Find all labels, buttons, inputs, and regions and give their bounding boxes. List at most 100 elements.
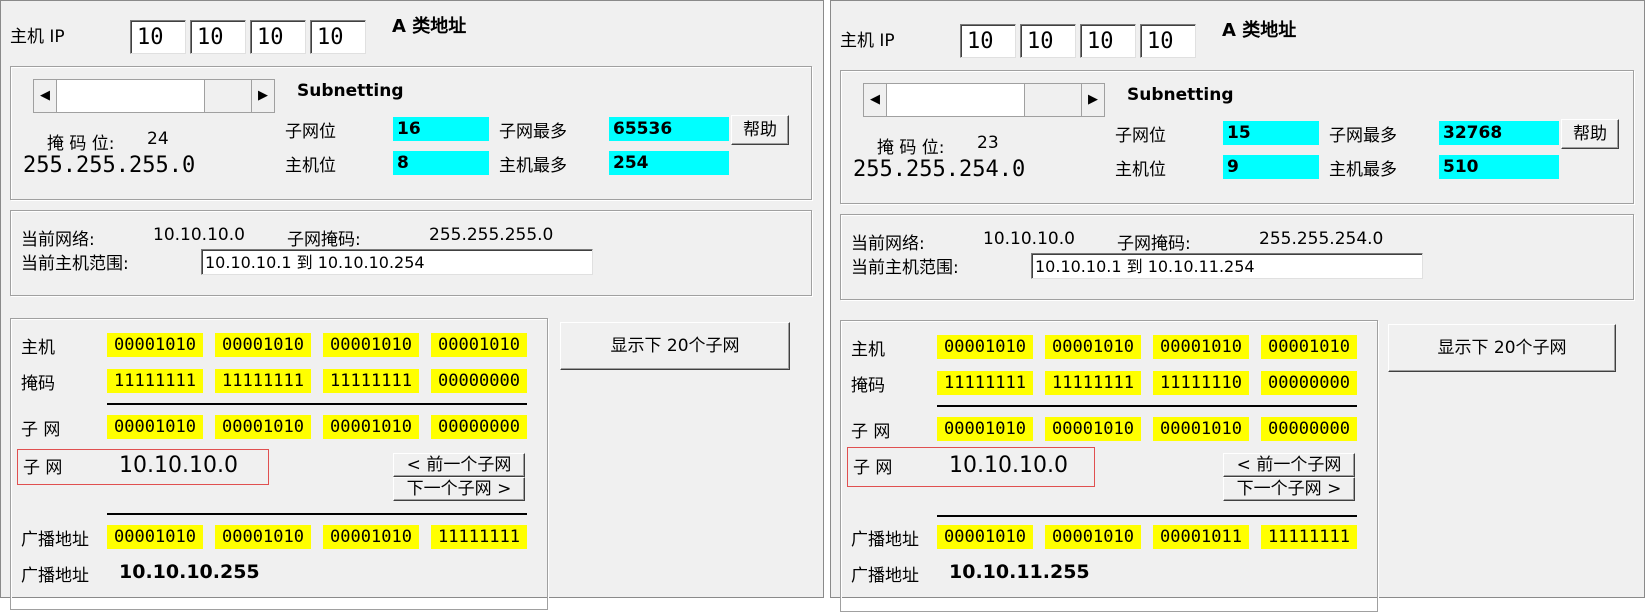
- binary-mask-octet-3: 11111110: [1153, 371, 1249, 395]
- binary-group: 主机 00001010 00001010 00001010 00001010 掩…: [10, 318, 548, 610]
- mask-dotted-value: 255.255.255.0: [23, 153, 196, 178]
- binary-host-label: 主机: [851, 340, 885, 360]
- binary-host-octet-4: 00001010: [431, 333, 527, 357]
- next-subnet-button[interactable]: 下一个子网 >: [1223, 477, 1355, 501]
- host-bits-field: 8: [393, 151, 489, 175]
- current-network-label: 当前网络:: [851, 234, 925, 254]
- binary-subnet-label: 子 网: [851, 422, 891, 442]
- binary-host-octet-3: 00001010: [1153, 335, 1249, 359]
- host-bits-field: 9: [1223, 155, 1319, 179]
- host-bits-label: 主机位: [285, 156, 336, 176]
- host-ip-label: 主机 IP: [10, 27, 65, 47]
- mask-bits-value: 24: [147, 129, 169, 149]
- max-subnets-field: 32768: [1439, 121, 1559, 145]
- ip-octet-2[interactable]: 10: [190, 20, 246, 54]
- binary-broadcast-label: 广播地址: [851, 530, 919, 550]
- ip-octet-3[interactable]: 10: [250, 20, 306, 54]
- scroll-thumb[interactable]: [204, 80, 254, 112]
- ip-octet-1[interactable]: 10: [960, 24, 1016, 58]
- binary-broadcast-octet-1: 00001010: [107, 525, 203, 549]
- current-network-label: 当前网络:: [21, 230, 95, 250]
- mask-dotted-value: 255.255.254.0: [853, 157, 1026, 182]
- binary-subnet-octet-3: 00001010: [1153, 417, 1249, 441]
- subnetting-group: ◀ ▶ Subnetting 掩 码 位: 23 255.255.254.0 子…: [840, 70, 1634, 204]
- host-range-label: 当前主机范围:: [851, 258, 959, 278]
- divider-line: [107, 403, 527, 405]
- subnet-mask-value: 255.255.255.0: [429, 225, 554, 245]
- ip-class-label: A 类地址: [1222, 20, 1297, 41]
- divider-line: [937, 515, 1357, 517]
- ip-octet-3[interactable]: 10: [1080, 24, 1136, 58]
- subnet-calculator-window-left: 主机 IP 10 10 10 10 A 类地址 ◀ ▶ Subnetting 掩…: [0, 0, 824, 610]
- subnetting-title: Subnetting: [297, 81, 404, 101]
- show-next-20-subnets-button[interactable]: 显示下 20个子网: [560, 322, 790, 370]
- prev-subnet-button[interactable]: < 前一个子网: [393, 453, 525, 477]
- subnet-dotted-label: 子 网: [23, 458, 63, 478]
- ip-class-label: A 类地址: [392, 16, 467, 37]
- binary-subnet-octet-1: 00001010: [107, 415, 203, 439]
- mask-bits-value: 23: [977, 133, 999, 153]
- current-network-group: 当前网络: 10.10.10.0 子网掩码: 255.255.255.0 当前主…: [10, 210, 812, 296]
- max-hosts-field: 510: [1439, 155, 1559, 179]
- scroll-left-button[interactable]: ◀: [34, 80, 57, 112]
- binary-mask-octet-3: 11111111: [323, 369, 419, 393]
- broadcast-dotted-value: 10.10.10.255: [119, 561, 260, 583]
- host-range-field[interactable]: 10.10.10.1 到 10.10.10.254: [201, 249, 593, 275]
- binary-host-octet-2: 00001010: [1045, 335, 1141, 359]
- binary-subnet-octet-2: 00001010: [1045, 417, 1141, 441]
- binary-subnet-octet-3: 00001010: [323, 415, 419, 439]
- host-ip-label: 主机 IP: [840, 31, 895, 51]
- help-button[interactable]: 帮助: [1561, 119, 1619, 149]
- subnet-calculator-window-right: 主机 IP 10 10 10 10 A 类地址 ◀ ▶ Subnetting 掩…: [830, 0, 1645, 612]
- subnet-bits-label: 子网位: [1115, 126, 1166, 146]
- subnet-bits-field: 15: [1223, 121, 1319, 145]
- binary-broadcast-octet-1: 00001010: [937, 525, 1033, 549]
- ip-octet-4[interactable]: 10: [310, 20, 366, 54]
- broadcast-dotted-label: 广播地址: [851, 566, 919, 586]
- binary-host-label: 主机: [21, 338, 55, 358]
- scroll-left-button[interactable]: ◀: [864, 84, 887, 116]
- divider-line: [107, 513, 527, 515]
- binary-mask-octet-2: 11111111: [1045, 371, 1141, 395]
- prev-subnet-button[interactable]: < 前一个子网: [1223, 453, 1355, 477]
- subnet-mask-label: 子网掩码:: [287, 230, 361, 250]
- host-range-field[interactable]: 10.10.10.1 到 10.10.11.254: [1031, 253, 1423, 279]
- binary-broadcast-octet-2: 00001010: [215, 525, 311, 549]
- current-network-value: 10.10.10.0: [153, 225, 245, 245]
- max-subnets-label: 子网最多: [1329, 126, 1397, 146]
- show-next-20-subnets-button[interactable]: 显示下 20个子网: [1388, 324, 1616, 372]
- scroll-right-button[interactable]: ▶: [251, 80, 274, 112]
- ip-address-input: 10 10 10 10: [130, 20, 370, 54]
- binary-broadcast-label: 广播地址: [21, 530, 89, 550]
- subnet-bits-field: 16: [393, 117, 489, 141]
- binary-broadcast-octet-3: 00001011: [1153, 525, 1249, 549]
- binary-subnet-label: 子 网: [21, 420, 61, 440]
- max-hosts-field: 254: [609, 151, 729, 175]
- mask-bits-scrollbar[interactable]: ◀ ▶: [33, 79, 275, 113]
- divider-line: [937, 405, 1357, 407]
- help-button[interactable]: 帮助: [731, 115, 789, 145]
- binary-host-octet-3: 00001010: [323, 333, 419, 357]
- binary-mask-octet-4: 00000000: [431, 369, 527, 393]
- ip-octet-2[interactable]: 10: [1020, 24, 1076, 58]
- ip-octet-1[interactable]: 10: [130, 20, 186, 54]
- max-subnets-label: 子网最多: [499, 122, 567, 142]
- binary-subnet-octet-2: 00001010: [215, 415, 311, 439]
- binary-broadcast-octet-4: 11111111: [1261, 525, 1357, 549]
- mask-bits-scrollbar[interactable]: ◀ ▶: [863, 83, 1105, 117]
- scroll-thumb[interactable]: [1024, 84, 1084, 116]
- current-network-value: 10.10.10.0: [983, 229, 1075, 249]
- max-hosts-label: 主机最多: [1329, 160, 1397, 180]
- binary-host-octet-1: 00001010: [107, 333, 203, 357]
- mask-bits-label: 掩 码 位:: [47, 134, 115, 154]
- binary-subnet-octet-4: 00000000: [431, 415, 527, 439]
- next-subnet-button[interactable]: 下一个子网 >: [393, 477, 525, 501]
- subnet-dotted-value: 10.10.10.0: [119, 453, 238, 478]
- host-bits-label: 主机位: [1115, 160, 1166, 180]
- scroll-right-button[interactable]: ▶: [1081, 84, 1104, 116]
- binary-subnet-octet-4: 00000000: [1261, 417, 1357, 441]
- subnet-mask-label: 子网掩码:: [1117, 234, 1191, 254]
- ip-octet-4[interactable]: 10: [1140, 24, 1196, 58]
- binary-broadcast-octet-3: 00001010: [323, 525, 419, 549]
- binary-host-octet-1: 00001010: [937, 335, 1033, 359]
